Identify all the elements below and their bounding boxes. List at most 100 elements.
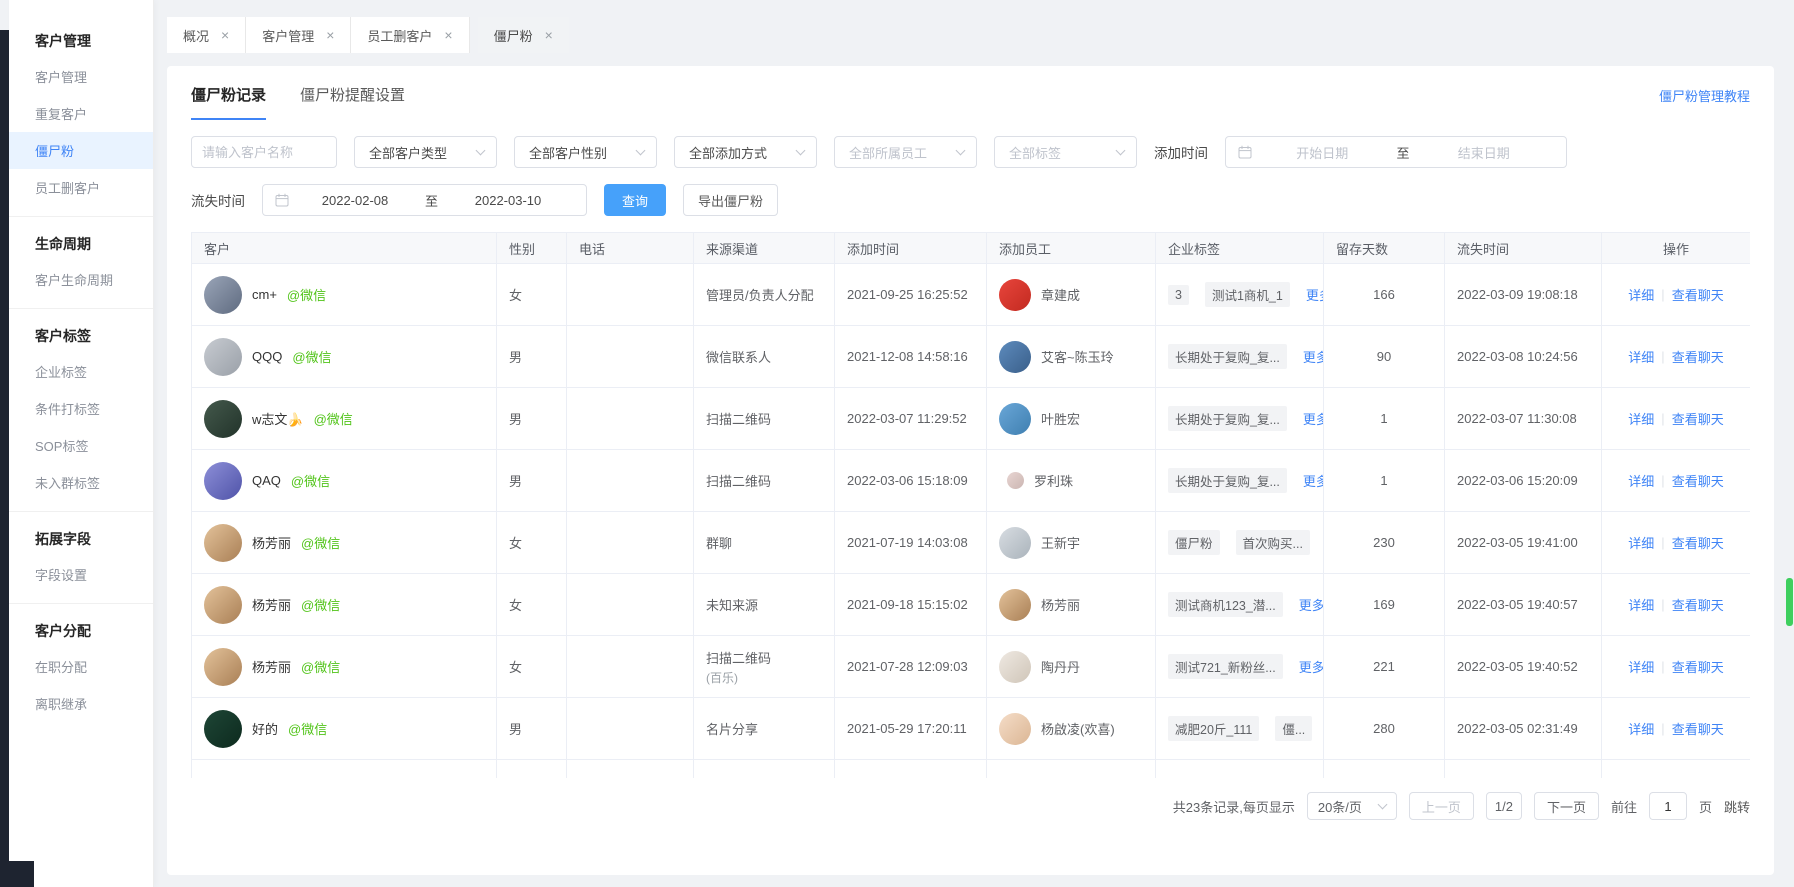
staff-cell: 杨芳丽 [987, 574, 1156, 636]
added-time-cell: 2021-05-29 17:20:11 [835, 698, 987, 760]
close-icon[interactable]: × [545, 28, 553, 42]
more-link[interactable]: 更多 [1306, 285, 1324, 304]
add-method-select[interactable]: 全部添加方式 [674, 136, 817, 168]
customer-cell: QAQ@微信 [192, 450, 497, 512]
retention-days-cell: 230 [1324, 512, 1445, 574]
staff-cell [987, 760, 1156, 779]
sidebar-item[interactable]: SOP标签 [9, 427, 153, 464]
customer-name: 好的 [252, 719, 278, 738]
more-link[interactable]: 更多 [1299, 595, 1324, 614]
more-link[interactable]: 更多 [1303, 347, 1324, 366]
tab-zombie-record[interactable]: 僵尸粉记录 [191, 84, 266, 120]
tags-cell: 僵尸粉首次购买...更多 [1156, 512, 1324, 574]
goto-page-input[interactable] [1649, 792, 1687, 820]
staff-name: 陶丹丹 [1041, 657, 1080, 676]
actions-wrap: 详细|查看聊天 [1614, 409, 1738, 428]
action-divider: | [1661, 287, 1664, 302]
sidebar-item[interactable]: 僵尸粉 [9, 132, 153, 169]
tag-chip: 首次购买... [1236, 530, 1310, 555]
window-tab[interactable]: 概况× [167, 17, 246, 53]
customer-name: 杨芳丽 [252, 533, 291, 552]
wechat-badge: @微信 [292, 347, 331, 366]
rail-collapse-button[interactable] [0, 861, 34, 887]
customer-avatar [204, 710, 242, 748]
close-icon[interactable]: × [326, 28, 334, 42]
added-time-cell: 2021-07-19 14:03:08 [835, 512, 987, 574]
gender-cell: 女 [497, 574, 567, 636]
sidebar-item[interactable]: 在职分配 [9, 648, 153, 685]
detail-link[interactable]: 详细 [1628, 347, 1654, 366]
close-icon[interactable]: × [444, 28, 452, 42]
view-chat-link[interactable]: 查看聊天 [1672, 595, 1724, 614]
start-date-placeholder: 开始日期 [1252, 143, 1393, 162]
sidebar-item[interactable]: 客户管理 [9, 58, 153, 95]
detail-link[interactable]: 详细 [1628, 533, 1654, 552]
zombie-tutorial-link[interactable]: 僵尸粉管理教程 [1659, 84, 1750, 105]
jump-button[interactable]: 跳转 [1724, 797, 1750, 816]
empty-cell [497, 760, 567, 779]
view-chat-link[interactable]: 查看聊天 [1672, 471, 1724, 490]
tags-cell: 长期处于复购_复...更多 [1156, 388, 1324, 450]
detail-link[interactable]: 详细 [1628, 657, 1654, 676]
detail-link[interactable]: 详细 [1628, 409, 1654, 428]
sidebar-item[interactable]: 未入群标签 [9, 464, 153, 501]
sidebar-item[interactable]: 字段设置 [9, 556, 153, 593]
sidebar-item[interactable]: 员工删客户 [9, 169, 153, 206]
retention-days-cell: 90 [1324, 326, 1445, 388]
sidebar-item[interactable]: 离职继承 [9, 685, 153, 722]
sidebar-item[interactable]: 客户生命周期 [9, 261, 153, 298]
detail-link[interactable]: 详细 [1628, 595, 1654, 614]
add-time-range-picker[interactable]: 开始日期 至 结束日期 [1225, 136, 1567, 168]
page-size-select[interactable]: 20条/页 [1307, 792, 1397, 820]
window-tab[interactable]: 僵尸粉× [478, 17, 569, 53]
channel-main: 未知来源 [706, 595, 822, 614]
sidebar-item[interactable]: 重复客户 [9, 95, 153, 132]
customer-name-input[interactable] [191, 136, 337, 168]
detail-link[interactable]: 详细 [1628, 285, 1654, 304]
customer-type-select[interactable]: 全部客户类型 [354, 136, 497, 168]
view-chat-link[interactable]: 查看聊天 [1672, 719, 1724, 738]
detail-link[interactable]: 详细 [1628, 719, 1654, 738]
export-zombie-button[interactable]: 导出僵尸粉 [683, 184, 778, 216]
tags-wrap: 僵尸粉首次购买...更多 [1168, 530, 1311, 555]
prev-page-button[interactable]: 上一页 [1409, 792, 1474, 820]
view-chat-link[interactable]: 查看聊天 [1672, 285, 1724, 304]
tag-chip: 3 [1168, 285, 1189, 305]
view-chat-link[interactable]: 查看聊天 [1672, 347, 1724, 366]
table-row: 好的@微信男名片分享2021-05-29 17:20:11杨啟凌(欢喜)减肥20… [192, 698, 1751, 760]
window-tab[interactable]: 员工删客户× [351, 17, 469, 53]
search-button[interactable]: 查询 [604, 184, 666, 216]
sidebar-item[interactable]: 条件打标签 [9, 390, 153, 427]
owner-staff-select[interactable]: 全部所属员工 [834, 136, 977, 168]
detail-link[interactable]: 详细 [1628, 471, 1654, 490]
sidebar-item[interactable]: 企业标签 [9, 353, 153, 390]
next-page-button[interactable]: 下一页 [1534, 792, 1599, 820]
tags-wrap: 长期处于复购_复...更多 [1168, 406, 1311, 431]
view-chat-link[interactable]: 查看聊天 [1672, 657, 1724, 676]
staff-name: 章建成 [1041, 285, 1080, 304]
table-body: cm+@微信女管理员/负责人分配2021-09-25 16:25:52章建成3测… [192, 264, 1751, 779]
more-link[interactable]: 更多 [1303, 471, 1324, 490]
range-separator: 至 [1393, 143, 1414, 162]
channel-cell: 扫描二维码 [694, 388, 835, 450]
customer-gender-select[interactable]: 全部客户性别 [514, 136, 657, 168]
page-scrollbar-thumb[interactable] [1786, 578, 1793, 626]
channel-main: 群聊 [706, 533, 822, 552]
zombie-table: 客户性别电话来源渠道添加时间添加员工企业标签留存天数流失时间操作 cm+@微信女… [191, 232, 1750, 778]
tag-select[interactable]: 全部标签 [994, 136, 1137, 168]
staff-avatar [999, 589, 1031, 621]
customer-avatar [204, 586, 242, 624]
tab-zombie-reminder-settings[interactable]: 僵尸粉提醒设置 [300, 84, 405, 118]
gender-cell: 男 [497, 698, 567, 760]
chevron-down-icon [956, 146, 966, 156]
more-link[interactable]: 更多 [1299, 657, 1324, 676]
view-chat-link[interactable]: 查看聊天 [1672, 533, 1724, 552]
retention-days-cell: 169 [1324, 574, 1445, 636]
more-link[interactable]: 更多 [1303, 409, 1324, 428]
close-icon[interactable]: × [221, 28, 229, 42]
window-tab[interactable]: 客户管理× [246, 17, 351, 53]
view-chat-link[interactable]: 查看聊天 [1672, 409, 1724, 428]
channel-main: 管理员/负责人分配 [706, 285, 822, 304]
lost-time-range-picker[interactable]: 2022-02-08 至 2022-03-10 [262, 184, 587, 216]
tags-cell: 测试721_新粉丝...更多 [1156, 636, 1324, 698]
